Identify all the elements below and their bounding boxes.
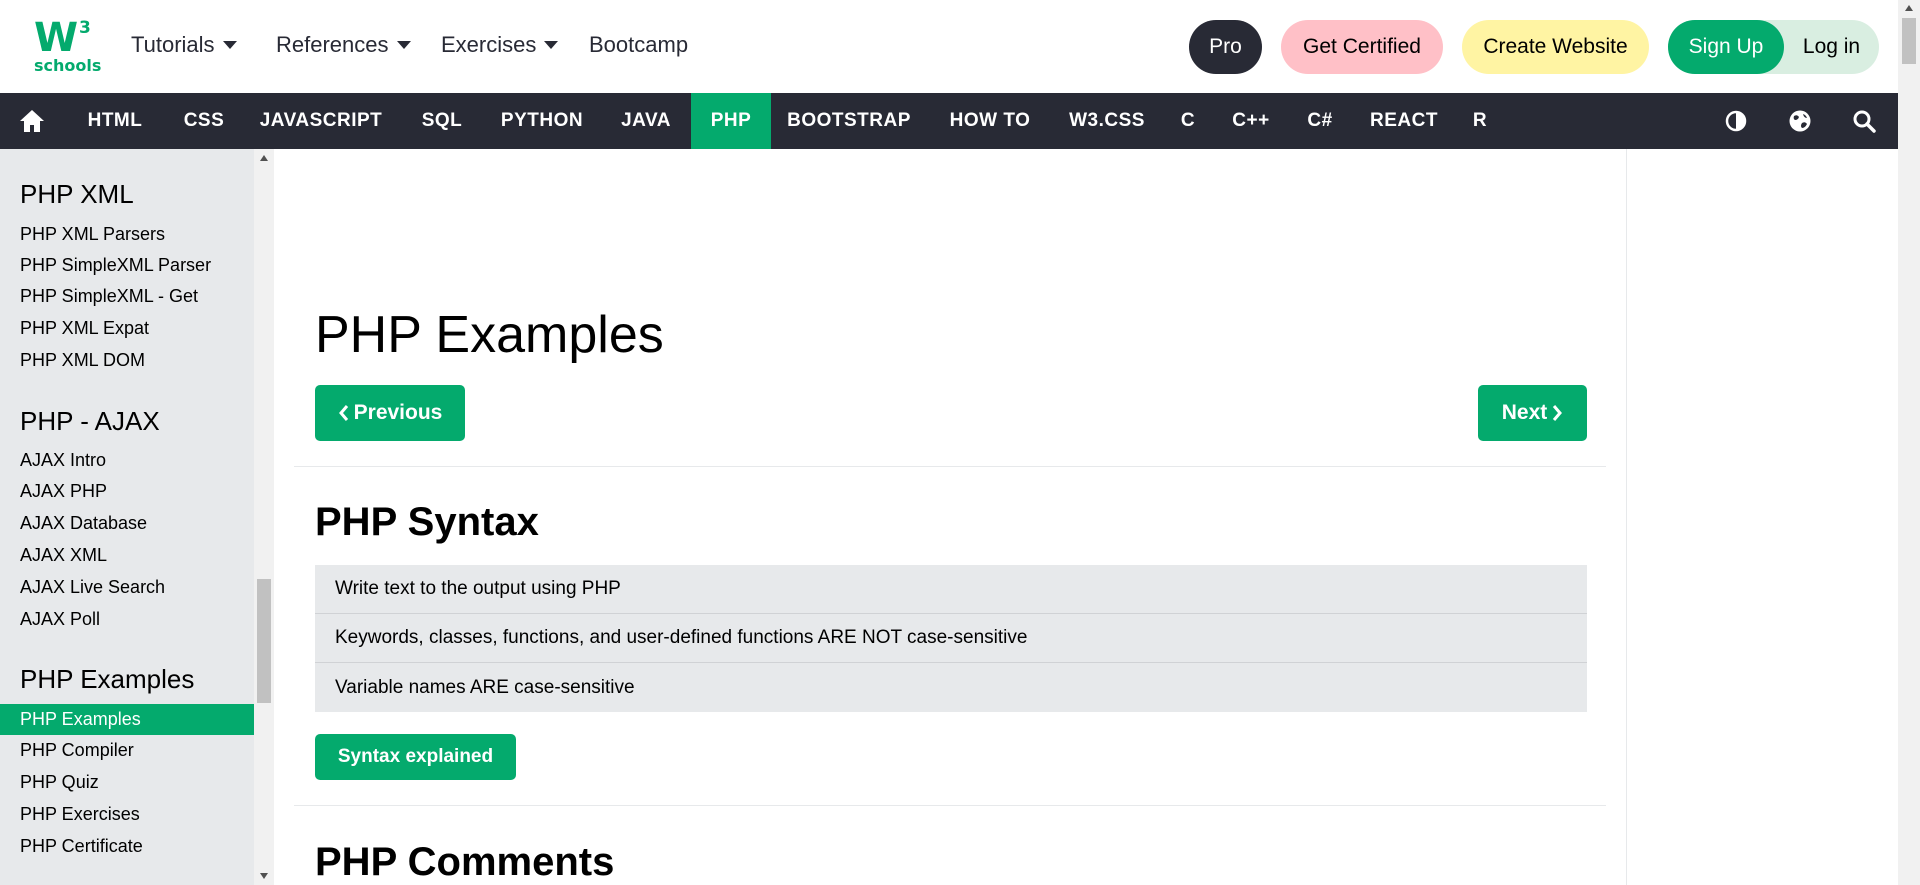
tutorials-menu[interactable]: Tutorials	[131, 32, 237, 58]
top-bar: W 3 schools Tutorials References Exercis…	[0, 0, 1898, 93]
get-certified-button[interactable]: Get Certified	[1281, 20, 1443, 74]
section-title-php-comments: PHP Comments	[315, 840, 615, 884]
sidebar-item-php-simplexml-get[interactable]: PHP SimpleXML - Get	[0, 281, 254, 312]
chevron-right-icon	[1553, 405, 1563, 421]
nav-r[interactable]: R	[1462, 93, 1498, 149]
sidebar-item-php-simplexml-parser[interactable]: PHP SimpleXML Parser	[0, 250, 254, 281]
nav-csharp[interactable]: C#	[1296, 93, 1344, 149]
search-icon	[1853, 110, 1876, 133]
scroll-up-arrow-icon[interactable]	[1905, 5, 1913, 11]
sidebar-heading-php-ajax: PHP - AJAX	[20, 406, 160, 436]
example-link[interactable]: Keywords, classes, functions, and user-d…	[315, 614, 1587, 663]
sidebar-scroll-thumb[interactable]	[257, 579, 271, 703]
example-link[interactable]: Variable names ARE case-sensitive	[315, 663, 1587, 712]
bootcamp-link[interactable]: Bootcamp	[589, 32, 688, 58]
pro-button[interactable]: Pro	[1189, 20, 1262, 74]
nav-w3css[interactable]: W3.CSS	[1060, 93, 1154, 149]
sidebar-item-php-quiz[interactable]: PHP Quiz	[0, 767, 254, 798]
logo-superscript: 3	[79, 18, 91, 38]
exercises-menu[interactable]: Exercises	[441, 32, 559, 58]
logo-schools: schools	[34, 56, 102, 75]
next-label: Next	[1501, 401, 1548, 424]
sidebar-scrollbar[interactable]	[254, 149, 274, 885]
window-scrollbar[interactable]	[1898, 0, 1920, 885]
references-menu[interactable]: References	[276, 32, 411, 58]
sidebar-item-php-compiler[interactable]: PHP Compiler	[0, 735, 254, 766]
sidebar-item-php-certificate[interactable]: PHP Certificate	[0, 831, 254, 862]
nav-c[interactable]: C	[1170, 93, 1206, 149]
page-title: PHP Examples	[315, 306, 664, 364]
account-buttons: Sign Up Log in	[1668, 20, 1879, 74]
next-button[interactable]: Next	[1478, 385, 1587, 441]
sidebar-item-ajax-php[interactable]: AJAX PHP	[0, 476, 254, 507]
sidebar-item-ajax-poll[interactable]: AJAX Poll	[0, 604, 254, 635]
syntax-explained-button[interactable]: Syntax explained	[315, 734, 516, 780]
nav-python[interactable]: PYTHON	[492, 93, 592, 149]
nav-javascript[interactable]: JAVASCRIPT	[251, 93, 391, 149]
sidebar-item-php-exercises[interactable]: PHP Exercises	[0, 799, 254, 830]
sidebar: PHP XML PHP XML Parsers PHP SimpleXML Pa…	[0, 149, 254, 885]
divider	[294, 805, 1606, 806]
example-list: Write text to the output using PHP Keywo…	[315, 565, 1587, 712]
globe-icon	[1789, 110, 1811, 132]
section-title-php-syntax: PHP Syntax	[315, 500, 539, 544]
sidebar-heading-php-xml: PHP XML	[20, 179, 134, 209]
tutorials-label: Tutorials	[131, 32, 215, 57]
nav-php[interactable]: PHP	[691, 93, 771, 149]
nav-bootstrap[interactable]: BOOTSTRAP	[778, 93, 920, 149]
right-column	[1626, 149, 1898, 885]
nav-java[interactable]: JAVA	[600, 93, 692, 149]
caret-down-icon	[544, 41, 559, 49]
create-website-button[interactable]: Create Website	[1462, 20, 1649, 74]
sidebar-item-ajax-xml[interactable]: AJAX XML	[0, 540, 254, 571]
sidebar-heading-php-examples: PHP Examples	[20, 664, 195, 694]
nav-sql[interactable]: SQL	[400, 93, 484, 149]
divider	[294, 466, 1606, 467]
nav-cpp[interactable]: C++	[1222, 93, 1280, 149]
sidebar-item-php-xml-parsers[interactable]: PHP XML Parsers	[0, 219, 254, 250]
nav-css[interactable]: CSS	[166, 93, 242, 149]
exercises-label: Exercises	[441, 32, 537, 57]
caret-down-icon	[222, 41, 237, 49]
log-in-button[interactable]: Log in	[1784, 20, 1879, 74]
scroll-down-arrow-icon[interactable]	[260, 873, 268, 879]
scroll-up-arrow-icon[interactable]	[260, 155, 268, 161]
search-button[interactable]	[1846, 93, 1882, 149]
home-icon	[20, 110, 44, 132]
sidebar-item-php-xml-dom[interactable]: PHP XML DOM	[0, 345, 254, 376]
sidebar-item-ajax-live-search[interactable]: AJAX Live Search	[0, 572, 254, 603]
logo-w: W	[34, 15, 78, 61]
home-button[interactable]	[0, 93, 64, 149]
sidebar-item-php-examples[interactable]: PHP Examples	[0, 704, 254, 735]
nav-react[interactable]: REACT	[1360, 93, 1448, 149]
example-link[interactable]: Write text to the output using PHP	[315, 565, 1587, 614]
window-scroll-thumb[interactable]	[1902, 18, 1916, 64]
contrast-icon	[1725, 110, 1747, 132]
chevron-left-icon	[338, 405, 348, 421]
nav-html[interactable]: HTML	[72, 93, 158, 149]
references-label: References	[276, 32, 389, 57]
bootcamp-label: Bootcamp	[589, 32, 689, 57]
w3schools-logo[interactable]: W 3 schools	[34, 15, 101, 76]
sidebar-item-php-xml-expat[interactable]: PHP XML Expat	[0, 313, 254, 344]
previous-button[interactable]: Previous	[315, 385, 465, 441]
language-nav: HTML CSS JAVASCRIPT SQL PYTHON JAVA PHP …	[0, 93, 1898, 149]
caret-down-icon	[396, 41, 411, 49]
sidebar-item-ajax-intro[interactable]: AJAX Intro	[0, 445, 254, 476]
sidebar-item-ajax-database[interactable]: AJAX Database	[0, 508, 254, 539]
sign-up-button[interactable]: Sign Up	[1668, 20, 1784, 74]
nav-how-to[interactable]: HOW TO	[940, 93, 1040, 149]
language-button[interactable]	[1782, 93, 1818, 149]
theme-toggle-button[interactable]	[1718, 93, 1754, 149]
previous-label: Previous	[353, 401, 443, 424]
